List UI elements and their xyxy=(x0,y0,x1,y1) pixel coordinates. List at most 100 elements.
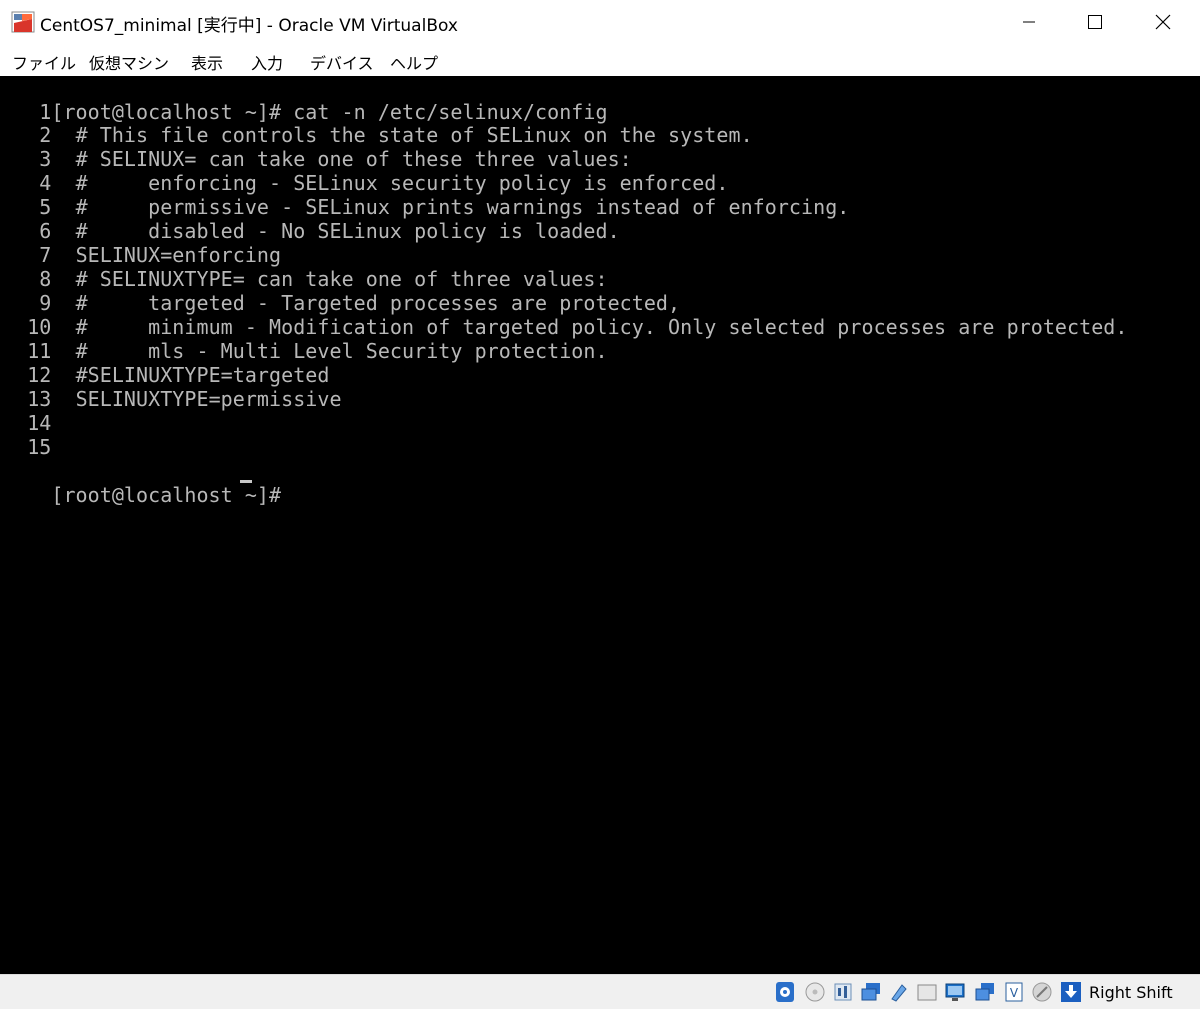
command-prompt-line: [root@localhost ~]# cat -n /etc/selinux/… xyxy=(3,76,608,124)
command-text: [root@localhost ~]# cat -n /etc/selinux/… xyxy=(51,100,608,124)
menu-help[interactable]: ヘルプ xyxy=(390,50,438,74)
virtualization-icon[interactable]: V xyxy=(1003,981,1025,1003)
line-padding xyxy=(3,435,27,459)
host-key-label: Right Shift xyxy=(1089,983,1173,1002)
menu-machine[interactable]: 仮想マシン xyxy=(89,50,169,74)
final-prompt-text: [root@localhost ~]# xyxy=(51,483,294,507)
line-number: 1 xyxy=(39,99,52,124)
virtualbox-icon xyxy=(11,10,35,34)
maximize-icon xyxy=(1088,15,1102,29)
minimize-button[interactable] xyxy=(1006,0,1052,44)
config-line: 5 # permissive - SELinux prints warnings… xyxy=(3,195,849,219)
usb-icon[interactable] xyxy=(888,981,910,1003)
line-number: 11 xyxy=(27,339,52,363)
storage-icon[interactable] xyxy=(774,981,796,1003)
line-padding xyxy=(3,339,27,363)
minimize-icon xyxy=(1023,21,1035,23)
line-number: 9 xyxy=(39,291,52,316)
maximize-button[interactable] xyxy=(1072,0,1118,44)
line-padding xyxy=(3,363,27,387)
window-title: CentOS7_minimal [実行中] - Oracle VM Virtua… xyxy=(40,16,458,36)
config-line: 11 # mls - Multi Level Security protecti… xyxy=(3,339,608,363)
line-padding xyxy=(3,411,27,435)
line-padding xyxy=(3,243,39,267)
menu-devices[interactable]: デバイス xyxy=(310,50,374,74)
line-text: # permissive - SELinux prints warnings i… xyxy=(75,195,850,220)
config-line: 2 # This file controls the state of SELi… xyxy=(3,123,753,147)
line-number: 7 xyxy=(39,243,52,268)
line-number: 12 xyxy=(27,362,52,387)
line-text: # enforcing - SELinux security policy is… xyxy=(75,171,729,196)
network-icon[interactable] xyxy=(860,981,882,1003)
close-button[interactable] xyxy=(1140,0,1186,44)
config-line: 13 SELINUXTYPE=permissive xyxy=(3,387,342,411)
line-padding xyxy=(3,123,39,147)
config-line: 8 # SELINUXTYPE= can take one of three v… xyxy=(3,267,608,291)
optical-drive-icon[interactable] xyxy=(804,981,826,1003)
line-padding xyxy=(3,195,39,219)
line-text: #SELINUXTYPE=targeted xyxy=(75,362,330,387)
line-number: 15 xyxy=(27,434,52,459)
line-text: # SELINUXTYPE= can take one of three val… xyxy=(75,267,608,292)
line-padding xyxy=(3,267,39,291)
line-padding xyxy=(3,387,27,411)
title-bar[interactable]: CentOS7_minimal [実行中] - Oracle VM Virtua… xyxy=(0,0,1200,44)
config-line: 7 SELINUX=enforcing xyxy=(3,243,281,267)
line-number: 2 xyxy=(39,123,52,148)
line-padding xyxy=(3,147,39,171)
line-text: # This file controls the state of SELinu… xyxy=(75,123,753,148)
status-bar: V Right Shift xyxy=(0,974,1200,1009)
line-padding xyxy=(3,315,27,339)
line-text: # targeted - Targeted processes are prot… xyxy=(75,291,681,316)
line-padding xyxy=(3,100,39,124)
line-padding xyxy=(3,219,39,243)
line-number: 10 xyxy=(27,315,52,340)
config-line: 9 # targeted - Targeted processes are pr… xyxy=(3,291,680,315)
line-text: # SELINUX= can take one of these three v… xyxy=(75,147,632,172)
config-line: 12 #SELINUXTYPE=targeted xyxy=(3,363,329,387)
line-number: 4 xyxy=(39,171,52,196)
config-line: 14 xyxy=(3,411,76,435)
config-line: 15 xyxy=(3,435,76,459)
line-number: 5 xyxy=(39,195,52,220)
menu-input[interactable]: 入力 xyxy=(251,50,283,74)
audio-icon[interactable] xyxy=(832,981,854,1003)
vm-console[interactable]: [root@localhost ~]# cat -n /etc/selinux/… xyxy=(0,76,1200,974)
menu-view[interactable]: 表示 xyxy=(191,50,223,74)
line-padding xyxy=(3,171,39,195)
line-number: 6 xyxy=(39,219,52,244)
text-cursor xyxy=(240,480,252,483)
shared-folders-icon[interactable] xyxy=(916,981,938,1003)
line-number: 3 xyxy=(39,147,52,172)
keyboard-capture-icon[interactable] xyxy=(1060,981,1082,1003)
config-line: 10 # minimum - Modification of targeted … xyxy=(3,315,1127,339)
line-text: # mls - Multi Level Security protection. xyxy=(75,339,608,363)
menu-file[interactable]: ファイル xyxy=(12,50,76,74)
line-text: # disabled - No SELinux policy is loaded… xyxy=(75,219,620,244)
line-number: 13 xyxy=(27,386,52,411)
config-line: 1 xyxy=(3,100,76,124)
line-text: # minimum - Modification of targeted pol… xyxy=(75,315,1128,340)
recording-icon[interactable] xyxy=(974,981,996,1003)
mouse-integration-icon[interactable] xyxy=(1031,981,1053,1003)
config-line: 4 # enforcing - SELinux security policy … xyxy=(3,171,728,195)
close-icon xyxy=(1155,14,1171,30)
config-line: 3 # SELINUX= can take one of these three… xyxy=(3,147,632,171)
display-icon[interactable] xyxy=(944,981,966,1003)
line-text: SELINUXTYPE=permissive xyxy=(75,386,342,411)
